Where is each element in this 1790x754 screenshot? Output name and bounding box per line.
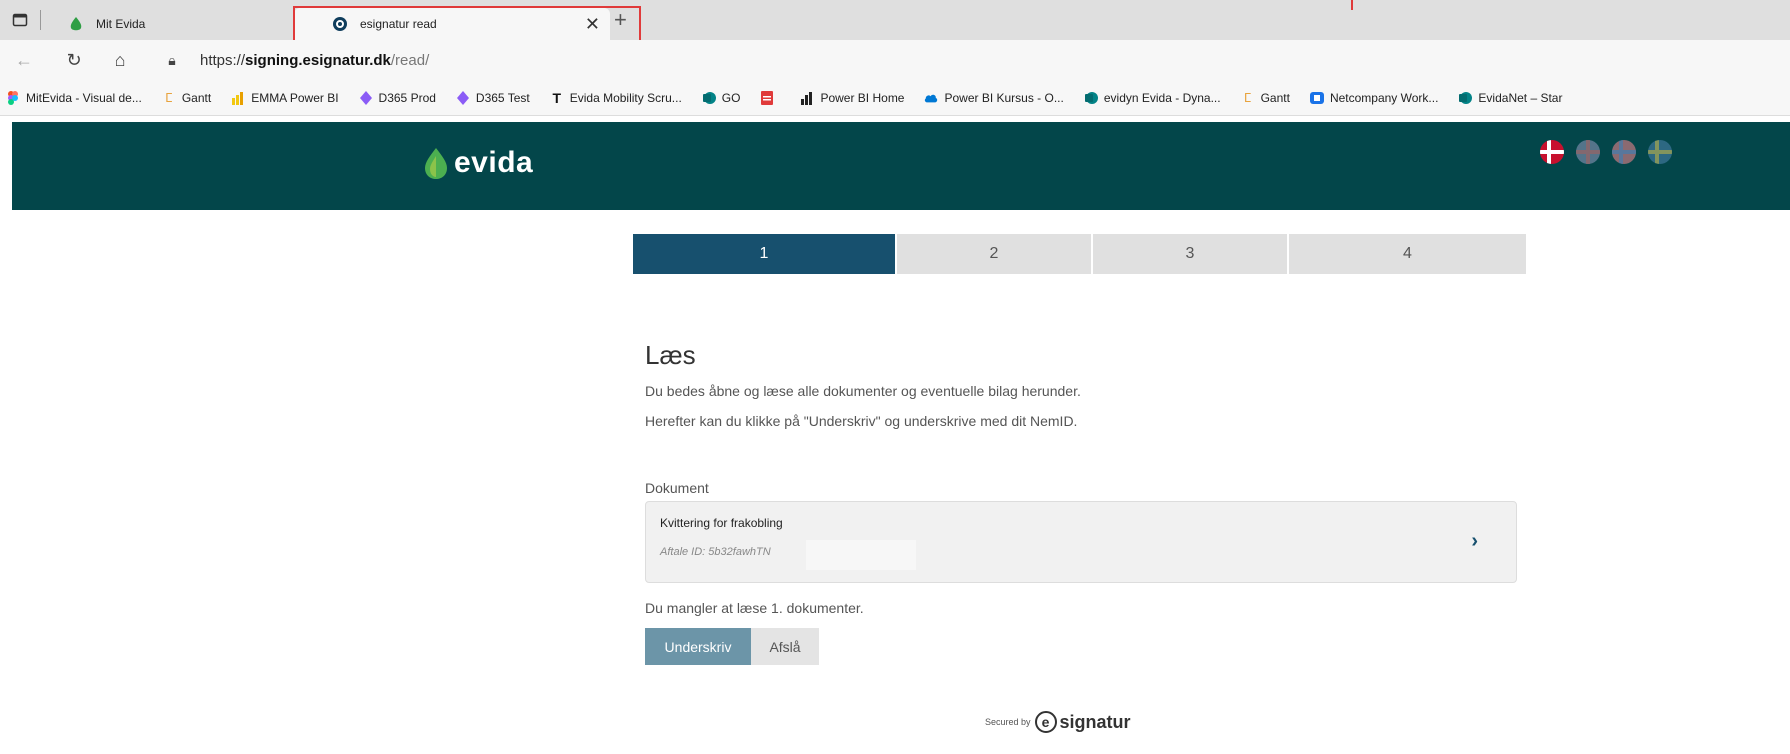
document-card[interactable]: Kvittering for frakobling Aftale ID: 5b3…	[645, 501, 1517, 583]
evida-logo[interactable]: evida	[422, 146, 533, 180]
sign-button[interactable]: Underskriv	[645, 628, 751, 665]
bookmark-item[interactable]: MitEvida - Visual de...	[6, 90, 142, 105]
bookmark-item[interactable]: ⵎ Gantt	[162, 91, 211, 105]
step-1: 1	[633, 234, 897, 274]
back-icon[interactable]: ←	[14, 50, 34, 70]
bookmark-item[interactable]: EMMA Power BI	[231, 91, 339, 105]
bookmark-item[interactable]: D365 Prod	[359, 90, 436, 105]
browser-tab-bar: Mit Evida ✕ esignatur read ✕ +	[0, 0, 1790, 46]
home-icon[interactable]: ⌂	[110, 50, 130, 70]
danish-flag-icon[interactable]	[1540, 140, 1564, 164]
cloud-icon	[924, 91, 938, 105]
progress-steps: 1 2 3 4	[633, 234, 1526, 274]
swedish-flag-icon[interactable]	[1648, 140, 1672, 164]
step-3: 3	[1093, 234, 1289, 274]
decline-button[interactable]: Afslå	[751, 628, 819, 665]
lock-icon[interactable]: 🔒︎	[162, 50, 182, 70]
step-2: 2	[897, 234, 1093, 274]
bookmark-item[interactable]: Power BI Kursus - O...	[924, 91, 1064, 105]
chevron-right-icon[interactable]: ›	[1471, 530, 1478, 553]
sharepoint-icon	[702, 91, 716, 105]
norwegian-flag-icon[interactable]	[1612, 140, 1636, 164]
evida-leaf-icon	[68, 16, 84, 32]
read-section: Læs Du bedes åbne og læse alle dokumente…	[645, 340, 1525, 429]
footer-badge: Secured by e signatur	[985, 711, 1131, 733]
logo-text: evida	[454, 146, 534, 179]
language-selector	[1540, 140, 1672, 164]
bookmark-item[interactable]	[760, 90, 780, 105]
tab-actions-icon[interactable]	[12, 12, 28, 28]
site-header: evida	[12, 122, 1790, 210]
secured-by-text: Secured by	[985, 717, 1031, 727]
chart-icon	[800, 91, 814, 105]
document-label: Dokument	[645, 480, 709, 496]
missing-documents-text: Du mangler at læse 1. dokumenter.	[645, 600, 864, 616]
gantt-icon: ⵎ	[165, 90, 173, 105]
url-field[interactable]: https://signing.esignatur.dk/read/	[200, 52, 429, 69]
url-scheme: https://	[200, 52, 246, 69]
bookmark-item[interactable]: T Evida Mobility Scru...	[550, 89, 681, 106]
tab-title: Mit Evida	[96, 17, 146, 31]
figma-icon	[6, 90, 20, 105]
t-icon: T	[552, 89, 562, 106]
step-4: 4	[1289, 234, 1526, 274]
esignatur-brand: signatur	[1059, 711, 1131, 732]
bookmark-item[interactable]: GO	[702, 91, 740, 105]
esignatur-logo-icon: e	[1034, 711, 1057, 733]
bookmark-item[interactable]: Netcompany Work...	[1309, 91, 1438, 105]
tab-mit-evida[interactable]: Mit Evida	[60, 8, 280, 40]
evida-drop-icon	[425, 148, 447, 179]
uk-flag-icon[interactable]	[1576, 140, 1600, 164]
redaction-box	[806, 540, 916, 570]
address-bar: ← ↻ ⌂ 🔒︎ https://signing.esignatur.dk/re…	[0, 40, 1790, 80]
bookmark-item[interactable]: Power BI Home	[800, 91, 904, 105]
document-id: Aftale ID: 5b32fawhTN	[660, 546, 771, 558]
annotation-mark	[1351, 0, 1353, 10]
tab-divider	[40, 10, 41, 30]
instruction-text: Du bedes åbne og læse alle dokumenter og…	[645, 383, 1081, 399]
page-title: Læs	[645, 340, 696, 370]
netcompany-icon	[1309, 91, 1324, 105]
bookmark-item[interactable]: EvidaNet – Star	[1458, 91, 1562, 105]
gantt-icon: ⵎ	[1243, 90, 1252, 105]
refresh-icon[interactable]: ↻	[64, 50, 84, 70]
bookmarks-bar: MitEvida - Visual de... ⵎ Gantt EMMA Pow…	[0, 80, 1790, 116]
url-path: /read/	[390, 52, 430, 69]
bookmark-item[interactable]: D365 Test	[456, 90, 530, 105]
powerbi-icon	[231, 91, 245, 105]
url-host: signing.esignatur.dk	[245, 52, 391, 69]
bookmark-item[interactable]: ⵎ Gantt	[1241, 91, 1290, 105]
instruction-text: Herefter kan du klikke på "Underskriv" o…	[645, 413, 1078, 429]
document-title: Kvittering for frakobling	[660, 516, 783, 530]
pdf-icon	[760, 90, 774, 105]
d365-icon	[359, 90, 373, 105]
sharepoint-icon	[1458, 91, 1473, 105]
d365-icon	[456, 90, 470, 105]
bookmark-item[interactable]: evidyn Evida - Dyna...	[1084, 91, 1221, 105]
sharepoint-icon	[1084, 91, 1098, 105]
